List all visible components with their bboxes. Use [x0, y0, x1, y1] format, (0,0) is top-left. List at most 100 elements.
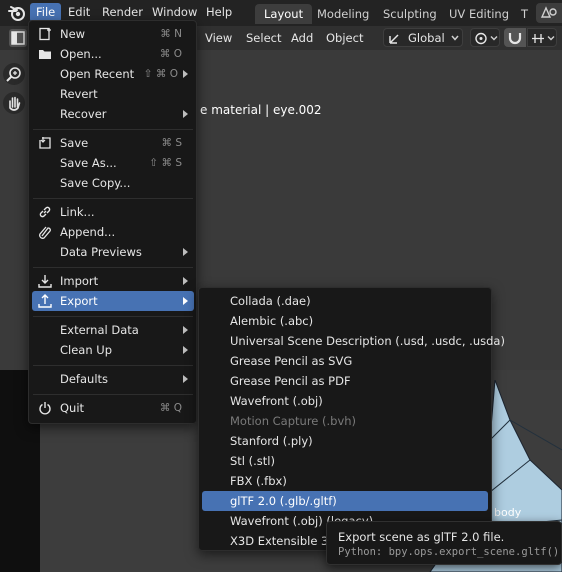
menu-item-label: Link...	[60, 205, 95, 219]
menu-item-label: Stanford (.ply)	[230, 434, 313, 448]
menu-item-new[interactable]: New ⌘ N	[32, 24, 194, 44]
tab-modeling[interactable]: Modeling	[308, 4, 378, 24]
menu-item-label: Save As...	[60, 156, 117, 170]
export-item-grease-pencil-pdf[interactable]: Grease Pencil as PDF	[202, 371, 488, 391]
export-item-fbx[interactable]: FBX (.fbx)	[202, 471, 488, 491]
menu-item-save[interactable]: Save ⌘ S	[32, 133, 194, 153]
export-item-usd[interactable]: Universal Scene Description (.usd, .usdc…	[202, 331, 505, 351]
import-icon	[38, 274, 52, 288]
tab-layout[interactable]: Layout	[255, 4, 313, 24]
pivot-point-icon	[475, 32, 498, 45]
menu-item-export[interactable]: Export	[32, 291, 194, 311]
zoom-icon[interactable]	[3, 63, 25, 85]
menu-item-label: Revert	[60, 87, 98, 101]
scene-selector-icon[interactable]	[536, 3, 562, 23]
file-menu: New ⌘ N Open... ⌘ O Open Recent ⇧ ⌘ O Re…	[28, 20, 197, 424]
menu-item-label: Clean Up	[60, 343, 113, 357]
menu-separator	[33, 129, 193, 130]
menu-help[interactable]: Help	[200, 3, 238, 22]
menu-object[interactable]: Object	[321, 29, 368, 47]
hand-icon[interactable]	[3, 92, 25, 114]
menu-item-label: Recover	[60, 107, 107, 121]
chevron-down-icon	[450, 33, 460, 43]
menu-item-shortcut: ⌘ O	[159, 48, 182, 60]
submenu-arrow-icon	[183, 70, 188, 78]
export-item-collada[interactable]: Collada (.dae)	[202, 291, 488, 311]
export-item-wavefront-obj[interactable]: Wavefront (.obj)	[202, 391, 488, 411]
menu-item-recover[interactable]: Recover	[32, 104, 194, 124]
menu-item-label: glTF 2.0 (.glb/.gltf)	[230, 494, 337, 508]
menu-item-label: Open Recent	[60, 67, 135, 81]
menu-item-label: Quit	[60, 401, 85, 415]
append-icon	[38, 225, 52, 239]
menu-item-shortcut: ⌘ N	[160, 28, 182, 40]
menu-item-label: X3D Extensible 3D	[230, 534, 338, 548]
menu-item-link[interactable]: Link...	[32, 202, 194, 222]
menu-item-label: FBX (.fbx)	[230, 474, 287, 488]
tab-texture[interactable]: T	[512, 4, 537, 24]
menu-item-revert[interactable]: Revert	[32, 84, 194, 104]
menu-item-label: Motion Capture (.bvh)	[230, 414, 357, 428]
export-item-stanford-ply[interactable]: Stanford (.ply)	[202, 431, 488, 451]
menu-item-open[interactable]: Open... ⌘ O	[32, 44, 194, 64]
menu-item-label: Data Previews	[60, 245, 142, 259]
menu-separator	[33, 365, 193, 366]
export-item-grease-pencil-svg[interactable]: Grease Pencil as SVG	[202, 351, 488, 371]
menu-item-save-copy[interactable]: Save Copy...	[32, 173, 194, 193]
menu-separator	[33, 316, 193, 317]
menu-item-label: Open...	[60, 47, 102, 61]
menu-item-append[interactable]: Append...	[32, 222, 194, 242]
menu-item-import[interactable]: Import	[32, 271, 194, 291]
tooltip-python: Python: bpy.ops.export_scene.gltf()	[338, 546, 560, 558]
menu-item-external-data[interactable]: External Data	[32, 320, 194, 340]
menu-item-label: Defaults	[60, 372, 109, 386]
menu-item-open-recent[interactable]: Open Recent ⇧ ⌘ O	[32, 64, 194, 84]
menu-separator	[33, 394, 193, 395]
save-icon	[38, 136, 52, 150]
menu-item-label: Import	[60, 274, 99, 288]
pivot-point-select[interactable]	[470, 28, 500, 47]
quit-icon	[38, 401, 52, 415]
menu-item-label: Export	[60, 294, 98, 308]
menu-view[interactable]: View	[200, 29, 237, 47]
menu-item-data-previews[interactable]: Data Previews	[32, 242, 194, 262]
menu-item-label: Save	[60, 136, 89, 150]
menu-item-label: Collada (.dae)	[230, 294, 311, 308]
menu-item-label: Universal Scene Description (.usd, .usdc…	[230, 334, 505, 348]
folder-icon	[38, 47, 52, 61]
menu-add[interactable]: Add	[286, 29, 318, 47]
snap-increment-icon	[532, 34, 555, 43]
menu-item-shortcut: ⇧ ⌘ S	[149, 157, 182, 169]
object-info-label: e material | eye.002	[200, 103, 322, 117]
tooltip: Export scene as glTF 2.0 file. Python: b…	[326, 521, 562, 565]
menu-item-label: Grease Pencil as PDF	[230, 374, 351, 388]
menu-item-quit[interactable]: Quit ⌘ Q	[32, 398, 194, 418]
menu-item-shortcut: ⌘ Q	[159, 402, 182, 414]
export-submenu: Collada (.dae) Alembic (.abc) Universal …	[198, 287, 505, 551]
submenu-arrow-icon	[183, 326, 188, 334]
submenu-arrow-icon	[183, 346, 188, 354]
export-item-stl[interactable]: Stl (.stl)	[202, 451, 488, 471]
editor-type-icon[interactable]	[9, 29, 27, 47]
snap-type-select[interactable]	[527, 28, 557, 47]
menu-separator	[33, 198, 193, 199]
menu-item-defaults[interactable]: Defaults	[32, 369, 194, 389]
menu-separator	[33, 267, 193, 268]
export-item-motion-capture: Motion Capture (.bvh)	[202, 411, 488, 431]
transform-orientation-icon	[388, 31, 402, 45]
tab-sculpting[interactable]: Sculpting	[374, 4, 446, 24]
transform-orientation-select[interactable]: Global	[383, 28, 463, 47]
link-icon	[38, 205, 52, 219]
menu-item-shortcut: ⌘ S	[161, 137, 182, 149]
blender-logo-icon[interactable]	[8, 4, 26, 22]
snap-toggle[interactable]	[504, 28, 526, 47]
tab-uv-editing[interactable]: UV Editing	[440, 4, 518, 24]
export-item-gltf[interactable]: glTF 2.0 (.glb/.gltf)	[202, 491, 488, 511]
menu-item-save-as[interactable]: Save As... ⇧ ⌘ S	[32, 153, 194, 173]
submenu-arrow-icon	[183, 297, 188, 305]
menu-item-shortcut: ⇧ ⌘ O	[143, 68, 178, 80]
menu-select[interactable]: Select	[241, 29, 286, 47]
menu-item-clean-up[interactable]: Clean Up	[32, 340, 194, 360]
export-item-alembic[interactable]: Alembic (.abc)	[202, 311, 488, 331]
menu-item-label: Stl (.stl)	[230, 454, 275, 468]
